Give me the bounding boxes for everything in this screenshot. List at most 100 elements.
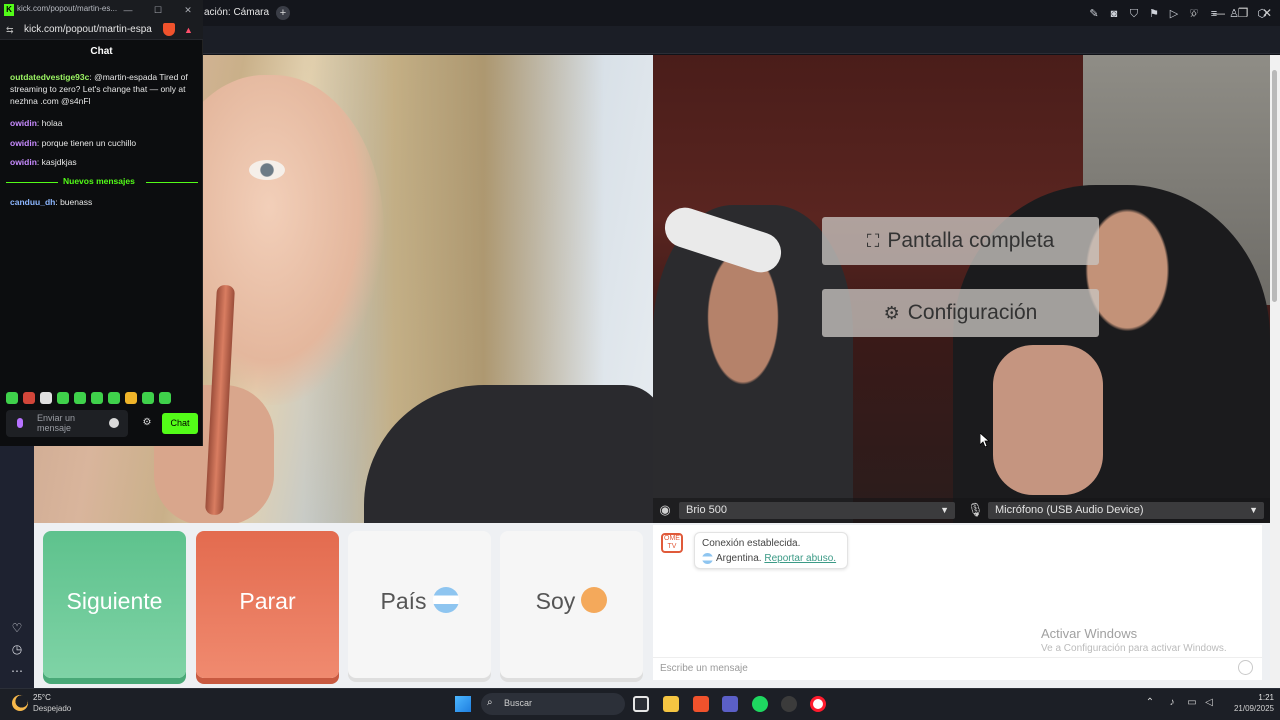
shield-icon[interactable]: ⛉ xyxy=(1126,6,1142,22)
opera-icon[interactable] xyxy=(810,696,826,712)
fullscreen-button[interactable]: ⛶ Pantalla completa xyxy=(822,217,1099,265)
site-info-icon[interactable]: ⇆ xyxy=(6,24,18,36)
connection-status: Conexión establecida. xyxy=(702,538,801,549)
spotify-icon[interactable] xyxy=(752,696,768,712)
camera-select-value: Brio 500 xyxy=(686,504,727,516)
warning-icon[interactable]: ▲ xyxy=(184,24,196,36)
emote-icon[interactable] xyxy=(57,392,69,404)
more-icon[interactable]: ⋯ xyxy=(8,662,26,680)
emote-icon[interactable] xyxy=(159,392,171,404)
menu-icon[interactable]: ≡ xyxy=(1206,6,1222,22)
microphone-icon[interactable]: ♪ xyxy=(1166,697,1178,709)
network-icon[interactable]: ▭ xyxy=(1186,697,1198,709)
browser-tab-camera[interactable]: ación: Cámara xyxy=(200,2,272,24)
divider-line xyxy=(146,182,198,183)
kick-chat-header: Chat xyxy=(90,46,113,57)
settings-label: Configuración xyxy=(907,301,1038,324)
history-icon[interactable]: ◷ xyxy=(8,640,26,658)
emote-icon[interactable] xyxy=(108,392,120,404)
emote-icon[interactable] xyxy=(142,392,154,404)
report-abuse-link[interactable]: Reportar abuso. xyxy=(764,553,836,564)
camera-icon[interactable]: ◙ xyxy=(1106,6,1122,22)
emote-icon[interactable] xyxy=(74,392,86,404)
scrollbar-thumb[interactable] xyxy=(1272,70,1277,302)
heart-icon[interactable]: ♡ xyxy=(8,619,26,637)
chat-username[interactable]: canduu_dh xyxy=(10,197,55,207)
extension-icon[interactable]: ⬡ xyxy=(1254,6,1270,22)
gender-button[interactable]: Soy xyxy=(500,531,643,678)
brave-icon[interactable] xyxy=(693,696,709,712)
ome-tv-logo-icon: OME TV xyxy=(661,533,683,553)
microphone-icon: 🎙 xyxy=(967,502,984,517)
obs-icon[interactable] xyxy=(781,696,797,712)
activate-windows-title: Activar Windows xyxy=(1041,626,1138,641)
chat-username[interactable]: owidin xyxy=(10,138,37,148)
gender-label: Soy xyxy=(535,588,576,614)
camera-select[interactable]: Brio 500 ▼ xyxy=(679,502,955,519)
brave-shield-icon[interactable] xyxy=(163,23,175,36)
emote-icon[interactable] xyxy=(91,392,103,404)
boy-face-icon xyxy=(581,586,608,613)
emote-icon[interactable] xyxy=(125,392,137,404)
teams-icon[interactable] xyxy=(722,696,738,712)
moon-weather-icon[interactable] xyxy=(12,695,28,711)
stop-button[interactable]: Parar xyxy=(196,531,339,678)
message-input[interactable]: Escribe un mensaje xyxy=(653,657,1262,679)
weather-description[interactable]: Despejado xyxy=(33,704,71,713)
clock-date[interactable]: 21/09/2025 xyxy=(1224,704,1274,713)
webcam-icon: ◉ xyxy=(659,502,671,517)
country-button[interactable]: País xyxy=(348,531,491,678)
chat-username[interactable]: outdatedvestige93c xyxy=(10,72,89,82)
weather-temperature[interactable]: 25°C xyxy=(33,693,51,702)
emoji-icon[interactable] xyxy=(1238,660,1253,675)
settings-button[interactable]: ⚙ Configuración xyxy=(822,289,1099,337)
send-chat-button[interactable]: Chat xyxy=(162,413,198,434)
kick-minimize-button[interactable]: — xyxy=(121,3,135,17)
microphone-select-value: Micrófono (USB Audio Device) xyxy=(995,504,1144,516)
new-tab-button[interactable]: + xyxy=(276,6,290,20)
heart-icon[interactable]: ♡ xyxy=(1186,6,1202,22)
windows-start-icon[interactable] xyxy=(455,696,471,712)
vpn-icon[interactable]: ⚑ xyxy=(1146,6,1162,22)
fullscreen-icon: ⛶ xyxy=(866,231,880,251)
chat-message: owidin: kasjdkjas xyxy=(10,156,196,168)
next-button[interactable]: Siguiente xyxy=(43,531,186,678)
kick-chat-window xyxy=(0,0,203,446)
emote-icon[interactable] xyxy=(23,392,35,404)
browser-toolbar xyxy=(203,26,1280,54)
mouse-cursor-icon xyxy=(979,432,991,448)
kick-close-button[interactable]: ✕ xyxy=(181,3,195,17)
chat-username[interactable]: owidin xyxy=(10,118,37,128)
chevron-down-icon: ▼ xyxy=(1249,505,1258,515)
emote-icon[interactable] xyxy=(6,392,18,404)
kick-url[interactable]: kick.com/popout/martin-espa... xyxy=(24,24,152,35)
gear-icon[interactable]: ⚙ xyxy=(141,417,153,429)
emoji-icon[interactable] xyxy=(109,418,119,428)
kick-window-title: kick.com/popout/martin-es... xyxy=(17,4,117,13)
chat-text: : kasjdkjas xyxy=(36,157,77,167)
play-icon[interactable]: ▷ xyxy=(1166,6,1182,22)
emote-icon[interactable] xyxy=(40,392,52,404)
emote-bar xyxy=(6,391,196,405)
chat-text: : holaa xyxy=(36,118,63,128)
argentina-flag-icon xyxy=(432,586,459,613)
kick-restore-button[interactable]: ☐ xyxy=(151,3,165,17)
country-label: País xyxy=(380,588,427,614)
file-explorer-icon[interactable] xyxy=(633,696,649,712)
country-name: Argentina. xyxy=(716,553,762,564)
microphone-icon[interactable] xyxy=(17,418,23,428)
kick-input-placeholder: Enviar un mensaje xyxy=(37,413,76,433)
chat-message: owidin: holaa xyxy=(10,117,196,129)
microphone-select[interactable]: Micrófono (USB Audio Device) ▼ xyxy=(988,502,1264,519)
chat-text: : buenass xyxy=(55,197,93,207)
folder-icon[interactable] xyxy=(663,696,679,712)
profile-icon[interactable]: ♙ xyxy=(1226,6,1242,22)
clock-time[interactable]: 1:21 xyxy=(1244,693,1274,702)
volume-icon[interactable]: ◁ xyxy=(1203,697,1215,709)
taskbar-search[interactable] xyxy=(481,693,625,715)
argentina-flag-icon xyxy=(702,552,713,564)
chat-message: outdatedvestige93c: @martin-espada Tired… xyxy=(10,71,196,107)
chevron-up-icon[interactable]: ⌃ xyxy=(1144,697,1156,709)
chat-username[interactable]: owidin xyxy=(10,157,37,167)
edit-icon[interactable]: ✎ xyxy=(1086,6,1102,22)
